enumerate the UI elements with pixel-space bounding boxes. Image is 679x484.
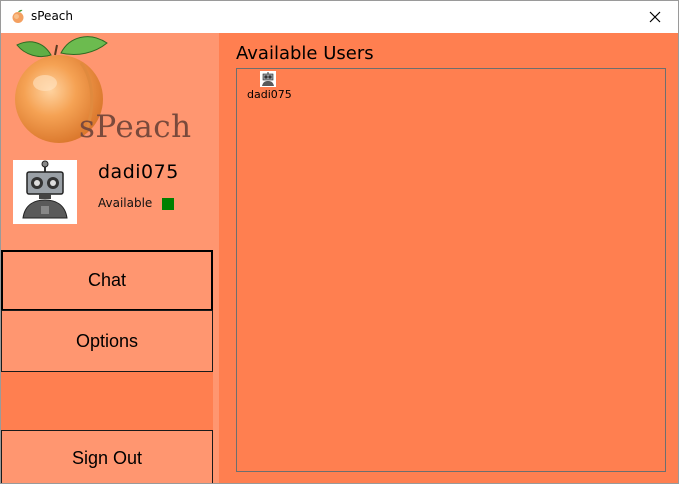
sidebar: sPeach dadi075 Available Chat Options Si… [1, 33, 213, 483]
title-bar[interactable]: sPeach [1, 1, 678, 32]
list-item[interactable]: dadi075 [247, 71, 292, 101]
close-icon [649, 11, 661, 22]
window-title: sPeach [31, 9, 73, 23]
main-panel: Available Users dadi075 [219, 33, 678, 483]
peach-app-icon [12, 9, 24, 23]
user-list[interactable]: dadi075 [236, 68, 666, 472]
app-window: sPeach sPeach dadi075 Available Chat Opt… [0, 0, 679, 484]
logo-text: sPeach [79, 109, 192, 145]
user-avatar [13, 160, 77, 224]
close-button[interactable] [632, 1, 678, 32]
username: dadi075 [98, 161, 179, 183]
status-label: Available [98, 196, 153, 210]
app-logo: sPeach [11, 33, 211, 151]
robot-avatar-icon [260, 71, 276, 87]
status-indicator [162, 198, 174, 210]
sidebar-spacer [1, 372, 213, 430]
user-item-label: dadi075 [247, 88, 292, 101]
available-users-heading: Available Users [236, 43, 374, 64]
chat-button[interactable]: Chat [1, 250, 213, 311]
robot-avatar-icon [13, 160, 77, 224]
sign-out-button[interactable]: Sign Out [1, 430, 213, 483]
options-button[interactable]: Options [1, 310, 213, 372]
